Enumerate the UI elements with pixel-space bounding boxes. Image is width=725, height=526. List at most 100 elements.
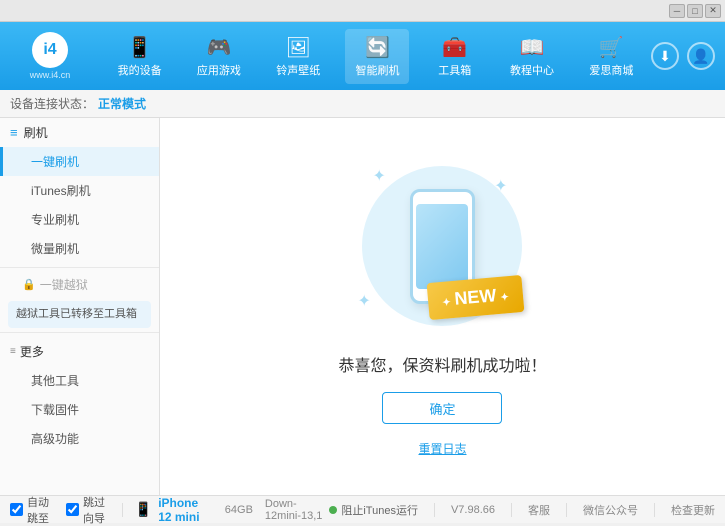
sparkle-2: ✦ [494, 176, 507, 196]
skip-wizard-label: 跳过向导 [83, 494, 110, 526]
device-firmware: Down-12mini-13,1 [265, 498, 329, 522]
version-label: V7.98.66 [451, 504, 495, 516]
status-value: 正常模式 [98, 95, 146, 112]
sidebar-one-key-flash[interactable]: 一键刷机 [0, 147, 159, 176]
store-label: 爱思商城 [589, 62, 633, 78]
sidebar-micro-flash[interactable]: 微量刷机 [0, 234, 159, 263]
auto-jump-checkbox[interactable]: 自动跳至 [10, 494, 54, 526]
device-phone-icon: 📱 [135, 501, 152, 518]
device-name: iPhone 12 mini [158, 496, 213, 524]
title-bar: ─ □ ✕ [0, 0, 725, 22]
maximize-button[interactable]: □ [687, 4, 703, 18]
logo-icon: i4 [32, 32, 68, 68]
tutorial-label: 教程中心 [510, 62, 554, 78]
confirm-button[interactable]: 确定 [382, 392, 502, 424]
phone-illustration: ✦ ✦ ✦ NEW [342, 156, 542, 336]
success-content: ✦ ✦ ✦ NEW 恭喜您，保资料刷机成功啦！ 确定 重置日志 [338, 156, 546, 457]
auto-jump-label: 自动跳至 [27, 494, 54, 526]
more-section-icon: ≡ [10, 346, 16, 357]
my-device-label: 我的设备 [118, 62, 162, 78]
new-badge: NEW [426, 275, 524, 320]
flash-section-icon: ≡ [10, 125, 18, 140]
minimize-button[interactable]: ─ [669, 4, 685, 18]
sidebar-notice: 越狱工具已转移至工具箱 [8, 301, 151, 328]
bottom-right: 阻止iTunes运行 V7.98.66 客服 微信公众号 检查更新 [329, 502, 715, 518]
nav-store[interactable]: 🛒 爱思商城 [579, 29, 643, 84]
toolbox-icon: 🧰 [442, 35, 467, 60]
device-info: 📱 iPhone 12 mini [135, 496, 213, 524]
nav-tutorial[interactable]: 📖 教程中心 [500, 29, 564, 84]
itunes-status: 阻止iTunes运行 [329, 502, 418, 518]
device-storage: 64GB [225, 504, 253, 516]
success-text: 恭喜您，保资料刷机成功啦！ [338, 352, 546, 376]
user-button[interactable]: 👤 [687, 42, 715, 70]
status-bar: 设备连接状态： 正常模式 [0, 90, 725, 118]
skip-wizard-input[interactable] [66, 503, 79, 516]
my-device-icon: 📱 [127, 35, 152, 60]
sidebar-divider-2 [0, 332, 159, 333]
logo-subtitle: www.i4.cn [30, 70, 71, 80]
download-button[interactable]: ⬇ [651, 42, 679, 70]
more-section-header: ≡ 更多 [0, 337, 159, 366]
itunes-dot [329, 506, 337, 514]
smart-flash-icon: 🔄 [365, 35, 390, 60]
one-key-flash-label: 一键刷机 [31, 155, 79, 169]
customer-service-link[interactable]: 客服 [528, 502, 550, 518]
logo-area: i4 www.i4.cn [0, 32, 100, 80]
bottom-separator-3 [511, 503, 512, 517]
bottom-separator-1 [122, 503, 123, 517]
lock-icon: 🔒 [22, 278, 36, 291]
main-layout: ≡ 刷机 一键刷机 iTunes刷机 专业刷机 微量刷机 🔒 一键越狱 越狱工具… [0, 118, 725, 495]
toolbox-label: 工具箱 [438, 62, 471, 78]
sidebar-pro-flash[interactable]: 专业刷机 [0, 205, 159, 234]
flash-section-header[interactable]: ≡ 刷机 [0, 118, 159, 147]
bottom-separator-2 [434, 503, 435, 517]
check-update-link[interactable]: 检查更新 [671, 502, 715, 518]
content-area: ✦ ✦ ✦ NEW 恭喜您，保资料刷机成功啦！ 确定 重置日志 [160, 118, 725, 495]
nav-my-device[interactable]: 📱 我的设备 [108, 29, 172, 84]
sidebar-divider-1 [0, 267, 159, 268]
sidebar-itunes-flash[interactable]: iTunes刷机 [0, 176, 159, 205]
advanced-label: 高级功能 [31, 432, 79, 446]
sidebar-other-tools[interactable]: 其他工具 [0, 366, 159, 395]
status-label: 设备连接状态： [10, 95, 94, 112]
sidebar-download-firmware[interactable]: 下载固件 [0, 395, 159, 424]
pro-flash-label: 专业刷机 [31, 213, 79, 227]
store-icon: 🛒 [599, 35, 624, 60]
other-tools-label: 其他工具 [31, 374, 79, 388]
nav-bar: 📱 我的设备 🎮 应用游戏 🖼 铃声壁纸 🔄 智能刷机 🧰 工具箱 📖 教程中心… [100, 22, 651, 90]
storage-label: 64GB [225, 504, 253, 516]
phone-screen [416, 204, 468, 289]
flash-section-label: 刷机 [24, 124, 48, 141]
smart-flash-label: 智能刷机 [355, 62, 399, 78]
bottom-bar: 自动跳至 跳过向导 📱 iPhone 12 mini 64GB Down-12m… [0, 495, 725, 523]
more-section-label: 更多 [20, 343, 44, 360]
nav-smart-flash[interactable]: 🔄 智能刷机 [345, 29, 409, 84]
restart-link[interactable]: 重置日志 [418, 440, 466, 457]
sparkle-3: ✦ [357, 291, 370, 311]
firmware-label: Down-12mini-13,1 [265, 498, 322, 522]
header: i4 www.i4.cn 📱 我的设备 🎮 应用游戏 🖼 铃声壁纸 🔄 智能刷机… [0, 22, 725, 90]
sidebar: ≡ 刷机 一键刷机 iTunes刷机 专业刷机 微量刷机 🔒 一键越狱 越狱工具… [0, 118, 160, 495]
micro-flash-label: 微量刷机 [31, 242, 79, 256]
nav-wallpaper[interactable]: 🖼 铃声壁纸 [266, 29, 330, 84]
sidebar-advanced[interactable]: 高级功能 [0, 424, 159, 453]
bottom-separator-5 [654, 503, 655, 517]
wallpaper-label: 铃声壁纸 [276, 62, 320, 78]
itunes-status-label: 阻止iTunes运行 [341, 502, 418, 518]
wechat-link[interactable]: 微信公众号 [583, 502, 638, 518]
tutorial-icon: 📖 [520, 35, 545, 60]
skip-wizard-checkbox[interactable]: 跳过向导 [66, 494, 110, 526]
nav-toolbox[interactable]: 🧰 工具箱 [425, 29, 485, 84]
apps-icon: 🎮 [206, 35, 231, 60]
header-right: ⬇ 👤 [651, 42, 725, 70]
wallpaper-icon: 🖼 [286, 35, 311, 60]
nav-apps-games[interactable]: 🎮 应用游戏 [187, 29, 251, 84]
close-button[interactable]: ✕ [705, 4, 721, 18]
bottom-separator-4 [566, 503, 567, 517]
auto-jump-input[interactable] [10, 503, 23, 516]
sidebar-disabled-jailbreak: 🔒 一键越狱 [0, 272, 159, 297]
download-firmware-label: 下载固件 [31, 403, 79, 417]
sparkle-1: ✦ [372, 166, 385, 186]
disabled-jailbreak-label: 一键越狱 [40, 276, 88, 293]
